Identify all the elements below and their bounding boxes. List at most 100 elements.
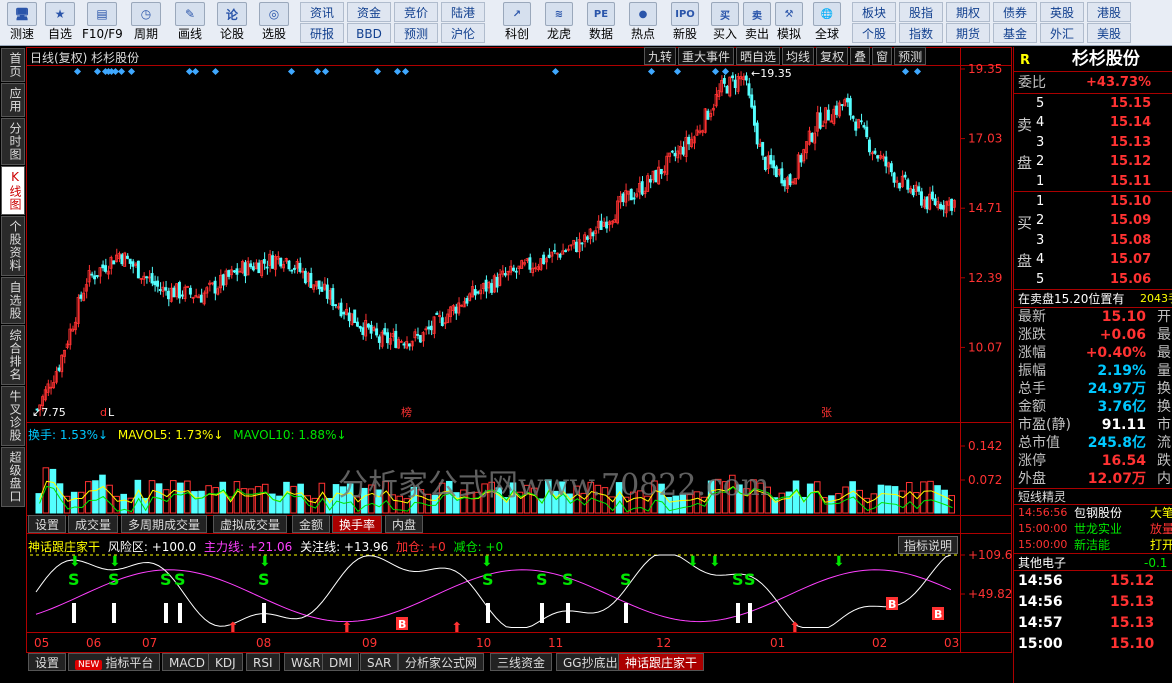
chart-option-button[interactable]: 九转	[644, 47, 677, 65]
f10-button[interactable]: ▤ F10/F9	[82, 0, 123, 46]
market-button[interactable]: 英股	[1040, 2, 1084, 22]
left-tab[interactable]: 应用	[1, 83, 25, 117]
sell-level-row[interactable]: 2 15.12	[1014, 152, 1172, 171]
left-tab[interactable]: 个股资料	[1, 216, 25, 276]
dragon-tiger-button[interactable]: ≋ 龙虎	[540, 0, 578, 46]
candle-body	[339, 302, 343, 317]
market-button[interactable]: 基金	[993, 23, 1037, 43]
chart-option-button[interactable]: 预测	[894, 47, 927, 65]
grid-button[interactable]: BBD	[347, 23, 391, 43]
bottom-tab[interactable]: 分析家公式网	[398, 653, 485, 671]
bottom-tab[interactable]: 设置	[28, 653, 67, 671]
sprite-row[interactable]: 15:00:00 新洁能 打开	[1014, 537, 1172, 553]
grid-button[interactable]: 资讯	[300, 2, 344, 22]
grid-button[interactable]: 预测	[394, 23, 438, 43]
event-marker	[901, 67, 910, 76]
period-button[interactable]: ◷ 周期	[126, 0, 166, 46]
buy-side: 买盘 1 15.10 2 15.09 3 15.08 4 15.07 5 15.06	[1014, 192, 1172, 290]
buy-level-row[interactable]: 2 15.09	[1014, 211, 1172, 230]
chart-option-button[interactable]: 叠	[850, 47, 871, 65]
hotspot-button[interactable]: ● 热点	[624, 0, 662, 46]
volume-bar	[70, 491, 78, 514]
chart-option-button[interactable]: 重大事件	[678, 47, 735, 65]
stat-value: +0.40%	[1085, 345, 1146, 361]
sell-level-row[interactable]: 1 15.11	[1014, 172, 1172, 191]
sell-level-row[interactable]: 3 15.13	[1014, 133, 1172, 152]
market-button[interactable]: 外汇	[1040, 23, 1084, 43]
left-tab[interactable]: 牛叉诊股	[1, 386, 25, 446]
simulate-button[interactable]: ⚒ 模拟	[770, 0, 808, 46]
grid-button[interactable]: 研报	[300, 23, 344, 43]
left-tab[interactable]: 分时图	[1, 118, 25, 165]
market-button[interactable]: 板块	[852, 2, 896, 22]
left-tab[interactable]: K线图	[1, 166, 25, 215]
sprite-time: 15:00:00	[1018, 538, 1068, 551]
draw-line-button[interactable]: ✎ 画线	[170, 0, 210, 46]
sell-level-row[interactable]: 4 15.14	[1014, 113, 1172, 132]
candle-body	[632, 197, 636, 200]
chart-option-button[interactable]: 窗	[872, 47, 893, 65]
candle-body	[309, 273, 313, 289]
bottom-tab[interactable]: 三线资金	[490, 653, 553, 671]
market-button[interactable]: 港股	[1087, 2, 1131, 22]
signal-bar	[112, 603, 116, 623]
data-button[interactable]: PE 数据	[582, 0, 620, 46]
chart-option-button[interactable]: 均线	[782, 47, 815, 65]
bottom-tab[interactable]: 神话跟庄家干	[618, 653, 705, 671]
month-axis-label: 03	[944, 636, 959, 650]
buy-level-row[interactable]: 1 15.10	[1014, 192, 1172, 211]
left-tab[interactable]: 超级盘口	[1, 447, 25, 507]
market-button[interactable]: 债券	[993, 2, 1037, 22]
bottom-tab[interactable]: KDJ	[208, 653, 243, 671]
bottom-tab-label: 指标平台	[105, 656, 154, 670]
speedtest-button[interactable]: 🖥 测速	[2, 0, 42, 46]
chart-option-button[interactable]: 晒自选	[736, 47, 781, 65]
buy-level-row[interactable]: 5 15.06	[1014, 270, 1172, 289]
volume-tab[interactable]: 成交量	[68, 515, 119, 533]
sprite-row[interactable]: 14:56:56 包钢股份 大笔	[1014, 505, 1172, 521]
event-marker	[287, 67, 296, 76]
grid-button[interactable]: 资金	[347, 2, 391, 22]
sprite-row[interactable]: 15:00:00 世龙实业 放量	[1014, 521, 1172, 537]
market-button[interactable]: 个股	[852, 23, 896, 43]
bottom-tab[interactable]: NEW 指标平台	[68, 653, 161, 671]
volume-tab[interactable]: 多周期成交量	[121, 515, 208, 533]
volume-bar	[212, 487, 220, 514]
mavol10-label: MAVOL10: 1.88%↓	[233, 428, 347, 442]
grid-button[interactable]: 沪伦	[441, 23, 485, 43]
volume-tab[interactable]: 设置	[28, 515, 67, 533]
left-tab[interactable]: 首页	[1, 48, 25, 82]
buy-level-row[interactable]: 3 15.08	[1014, 231, 1172, 250]
bottom-tab[interactable]: DMI	[322, 653, 360, 671]
volume-tab[interactable]: 虚拟成交量	[213, 515, 288, 533]
watchlist-button[interactable]: ★ 自选	[40, 0, 80, 46]
sell-level-row[interactable]: 5 15.15	[1014, 94, 1172, 113]
stock-select-button[interactable]: ◎ 选股	[254, 0, 294, 46]
market-button[interactable]: 期货	[946, 23, 990, 43]
kline-chart-area[interactable]: 19.35 17.03 14.71 12.39 10.07 ←19.35 ↙7.75 d L 榜 张…	[26, 47, 1012, 653]
indicator-explain-button[interactable]: 指标说明	[898, 536, 959, 554]
market-button[interactable]: 期权	[946, 2, 990, 22]
market-button[interactable]: 美股	[1087, 23, 1131, 43]
bottom-tab[interactable]: MACD	[162, 653, 212, 671]
volume-tab[interactable]: 金额	[292, 515, 331, 533]
buy-level-row[interactable]: 4 15.07	[1014, 250, 1172, 269]
volume-tab[interactable]: 换手率	[332, 515, 383, 533]
ipo-button[interactable]: IPO 新股	[666, 0, 704, 46]
global-button[interactable]: 🌐 全球	[808, 0, 846, 46]
grid-button[interactable]: 陆港	[441, 2, 485, 22]
star-market-button[interactable]: ↗ 科创	[498, 0, 536, 46]
chart-option-button[interactable]: 复权	[816, 47, 849, 65]
candle-body	[621, 193, 625, 203]
market-button[interactable]: 股指	[899, 2, 943, 22]
market-button[interactable]: 指数	[899, 23, 943, 43]
volume-tab[interactable]: 内盘	[385, 515, 424, 533]
indicator-name: 神话跟庄家干	[28, 540, 101, 554]
forum-button[interactable]: 论论股	[212, 0, 252, 46]
left-tab[interactable]: 自选股	[1, 277, 25, 324]
grid-button[interactable]: 竞价	[394, 2, 438, 22]
left-tab[interactable]: 综合排名	[1, 325, 25, 385]
bottom-tab[interactable]: RSI	[246, 653, 280, 671]
bottom-tab[interactable]: SAR	[360, 653, 399, 671]
kline-chart-svg[interactable]: 19.35 17.03 14.71 12.39 10.07 ←19.35 ↙7.75 d L 榜 张…	[26, 47, 1012, 653]
